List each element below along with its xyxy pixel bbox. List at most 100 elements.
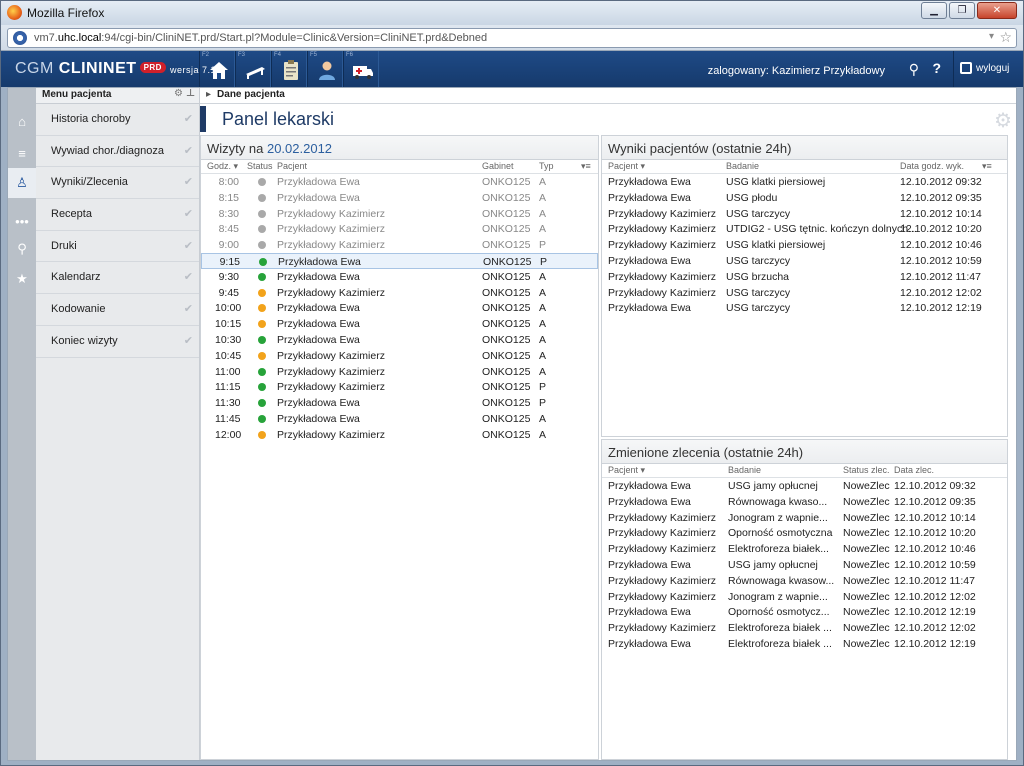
result-row[interactable]: Przykładowa Ewa USG tarczycy 12.10.2012 10… [602,253,1007,269]
order-row[interactable]: Przykładowa Ewa Oporność osmotycz... NoweZ… [602,604,1007,620]
menu-item[interactable]: Kodowanie ✔ [36,294,199,326]
menu-item[interactable]: Wywiad chor./diagnoza ✔ [36,136,199,168]
rail-more-icon[interactable]: ••• [8,206,36,236]
col-test[interactable]: Badanie [728,465,761,475]
visit-row[interactable]: 11:30 Przykładowa Ewa ONKO125 P [201,395,598,411]
order-row[interactable]: Przykładowy Kazimierz Równowaga kwasow...… [602,573,1007,589]
order-date: 12.10.2012 11:47 [894,574,975,587]
menu-pin-icon[interactable]: ⊥ [186,88,195,99]
menu-settings-icon[interactable]: ⚙ [174,88,183,99]
col-date[interactable]: Data zlec. [894,465,934,475]
visit-patient: Przykładowy Kazimierz [277,223,385,236]
order-date: 12.10.2012 12:02 [894,622,976,635]
page-settings-icon[interactable]: ⚙ [994,108,1012,133]
result-row[interactable]: Przykładowa Ewa USG tarczycy 12.10.2012 12… [602,300,1007,316]
header-search-icon[interactable]: ⚲ [909,61,919,78]
visits-date[interactable]: 20.02.2012 [267,141,332,156]
visit-row[interactable]: 9:00 Przykładowy Kazimierz ONKO125 P [201,237,598,253]
breadcrumb[interactable]: ▸ Dane pacjenta [200,88,1016,104]
url-dropdown-icon[interactable]: ▾ [989,31,994,42]
visit-row[interactable]: 9:15 Przykładowa Ewa ONKO125 P [201,252,598,269]
visit-row[interactable]: 12:00 Przykładowy Kazimierz ONKO125 A [201,427,598,443]
toolbar-home-button[interactable]: F2 [199,51,235,87]
order-row[interactable]: Przykładowy Kazimierz Oporność osmotyczna… [602,525,1007,541]
visit-row[interactable]: 11:00 Przykładowy Kazimierz ONKO125 A [201,364,598,380]
rail-star-icon[interactable]: ★ [8,264,36,294]
help-button[interactable]: ? [932,60,941,76]
col-type[interactable]: Typ [539,161,554,171]
visit-row[interactable]: 8:15 Przykładowa Ewa ONKO125 A [201,190,598,206]
status-dot-icon [258,225,266,234]
col-status[interactable]: Status zlec. [843,465,890,475]
visit-row[interactable]: 9:30 Przykładowa Ewa ONKO125 A [201,269,598,285]
menu-item-label: Wyniki/Zlecenia [51,176,128,189]
visit-row[interactable]: 8:45 Przykładowy Kazimierz ONKO125 A [201,221,598,237]
visit-row[interactable]: 9:45 Przykładowy Kazimierz ONKO125 A [201,285,598,301]
order-row[interactable]: Przykładowa Ewa USG jamy opłucnej NoweZlec… [602,557,1007,573]
order-status: NoweZlec [843,622,890,635]
logout-button[interactable]: wyloguj [953,51,1023,87]
visit-row[interactable]: 10:00 Przykładowa Ewa ONKO125 A [201,300,598,316]
col-test[interactable]: Badanie [726,161,759,171]
result-date: 12.10.2012 10:59 [900,254,982,267]
result-row[interactable]: Przykładowy Kazimierz USG brzucha 12.10.20… [602,269,1007,285]
result-row[interactable]: Przykładowy Kazimierz USG tarczycy 12.10.2… [602,285,1007,301]
close-button[interactable]: ✕ [977,2,1017,19]
menu-item[interactable]: Kalendarz ✔ [36,262,199,295]
site-identity-icon[interactable] [13,31,27,45]
result-row[interactable]: Przykładowy Kazimierz UTDIG2 - USG tętnic… [602,221,1007,237]
result-row[interactable]: Przykładowa Ewa USG płodu 12.10.2012 09:35 [602,190,1007,206]
col-room[interactable]: Gabinet [482,161,514,171]
visit-row[interactable]: 10:15 Przykładowa Ewa ONKO125 A [201,316,598,332]
order-status: NoweZlec [843,480,890,492]
result-patient: Przykładowa Ewa [608,254,691,267]
menu-item[interactable]: Druki ✔ [36,231,199,263]
visit-row[interactable]: 11:45 Przykładowa Ewa ONKO125 A [201,411,598,427]
toolbar-ambulance-button[interactable]: F6 [343,51,379,87]
col-patient[interactable]: Pacjent ▾ [608,465,645,476]
visit-row[interactable]: 8:30 Przykładowy Kazimierz ONKO125 A [201,206,598,222]
rail-search-icon[interactable]: ⚲ [8,234,36,264]
url-bar[interactable]: vm7.uhc.local:94/cgi-bin/CliniNET.prd/St… [7,28,1017,48]
menu-item[interactable]: Recepta ✔ [36,199,199,231]
order-test: Oporność osmotyczna [728,527,833,540]
menu-item[interactable]: Historia choroby ✔ [36,104,199,136]
visit-row[interactable]: 10:45 Przykładowy Kazimierz ONKO125 A [201,348,598,364]
order-row[interactable]: Przykładowa Ewa Elektroforeza białek ... N… [602,636,1007,652]
col-patient[interactable]: Pacjent ▾ [608,161,645,172]
col-time[interactable]: Godz. ▾ [207,161,238,172]
menu-item[interactable]: Koniec wizyty ✔ [36,326,199,358]
visit-type: A [539,333,547,346]
column-menu-icon[interactable]: ▾≡ [982,161,992,172]
result-row[interactable]: Przykładowy Kazimierz USG tarczycy 12.10.2… [602,206,1007,222]
toolbar-clipboard-button[interactable]: F4 [271,51,307,87]
order-row[interactable]: Przykładowy Kazimierz Jonogram z wapnie..… [602,589,1007,605]
order-patient: Przykładowa Ewa [608,637,691,650]
col-date[interactable]: Data godz. wyk. [900,161,964,171]
order-row[interactable]: Przykładowa Ewa Równowaga kwaso... NoweZle… [602,494,1007,510]
visit-row[interactable]: 8:00 Przykładowa Ewa ONKO125 A [201,174,598,190]
order-row[interactable]: Przykładowy Kazimierz Elektroforeza białe… [602,541,1007,557]
visit-row[interactable]: 10:30 Przykładowa Ewa ONKO125 A [201,332,598,348]
maximize-button[interactable]: ❐ [949,2,975,19]
col-status[interactable]: Status [247,161,273,171]
result-row[interactable]: Przykładowy Kazimierz USG klatki piersiow… [602,237,1007,253]
menu-item[interactable]: Wyniki/Zlecenia ✔ [36,167,199,200]
visit-time: 11:00 [215,365,241,378]
toolbar-bed-button[interactable]: F3 [235,51,271,87]
visit-row[interactable]: 11:15 Przykładowy Kazimierz ONKO125 P [201,379,598,395]
toolbar-doctor-button[interactable]: F5 [307,51,343,87]
url-text[interactable]: vm7.uhc.local:94/cgi-bin/CliniNET.prd/St… [34,32,487,44]
rail-person-icon[interactable]: ♙ [8,168,36,198]
result-row[interactable]: Przykładowa Ewa USG klatki piersiowej 12.1… [602,174,1007,190]
order-row[interactable]: Przykładowa Ewa USG jamy opłucnej NoweZlec… [602,478,1007,494]
order-row[interactable]: Przykładowy Kazimierz Elektroforeza białe… [602,620,1007,636]
visit-type: P [539,381,547,394]
rail-home-icon[interactable]: ⌂ [8,106,36,136]
rail-list-icon[interactable]: ≡ [8,138,36,168]
bookmark-star-icon[interactable]: ☆ [999,29,1012,46]
col-patient[interactable]: Pacjent [277,161,307,171]
column-menu-icon[interactable]: ▾≡ [581,161,591,172]
minimize-button[interactable]: ▁ [921,2,947,19]
order-row[interactable]: Przykładowy Kazimierz Jonogram z wapnie..… [602,510,1007,526]
